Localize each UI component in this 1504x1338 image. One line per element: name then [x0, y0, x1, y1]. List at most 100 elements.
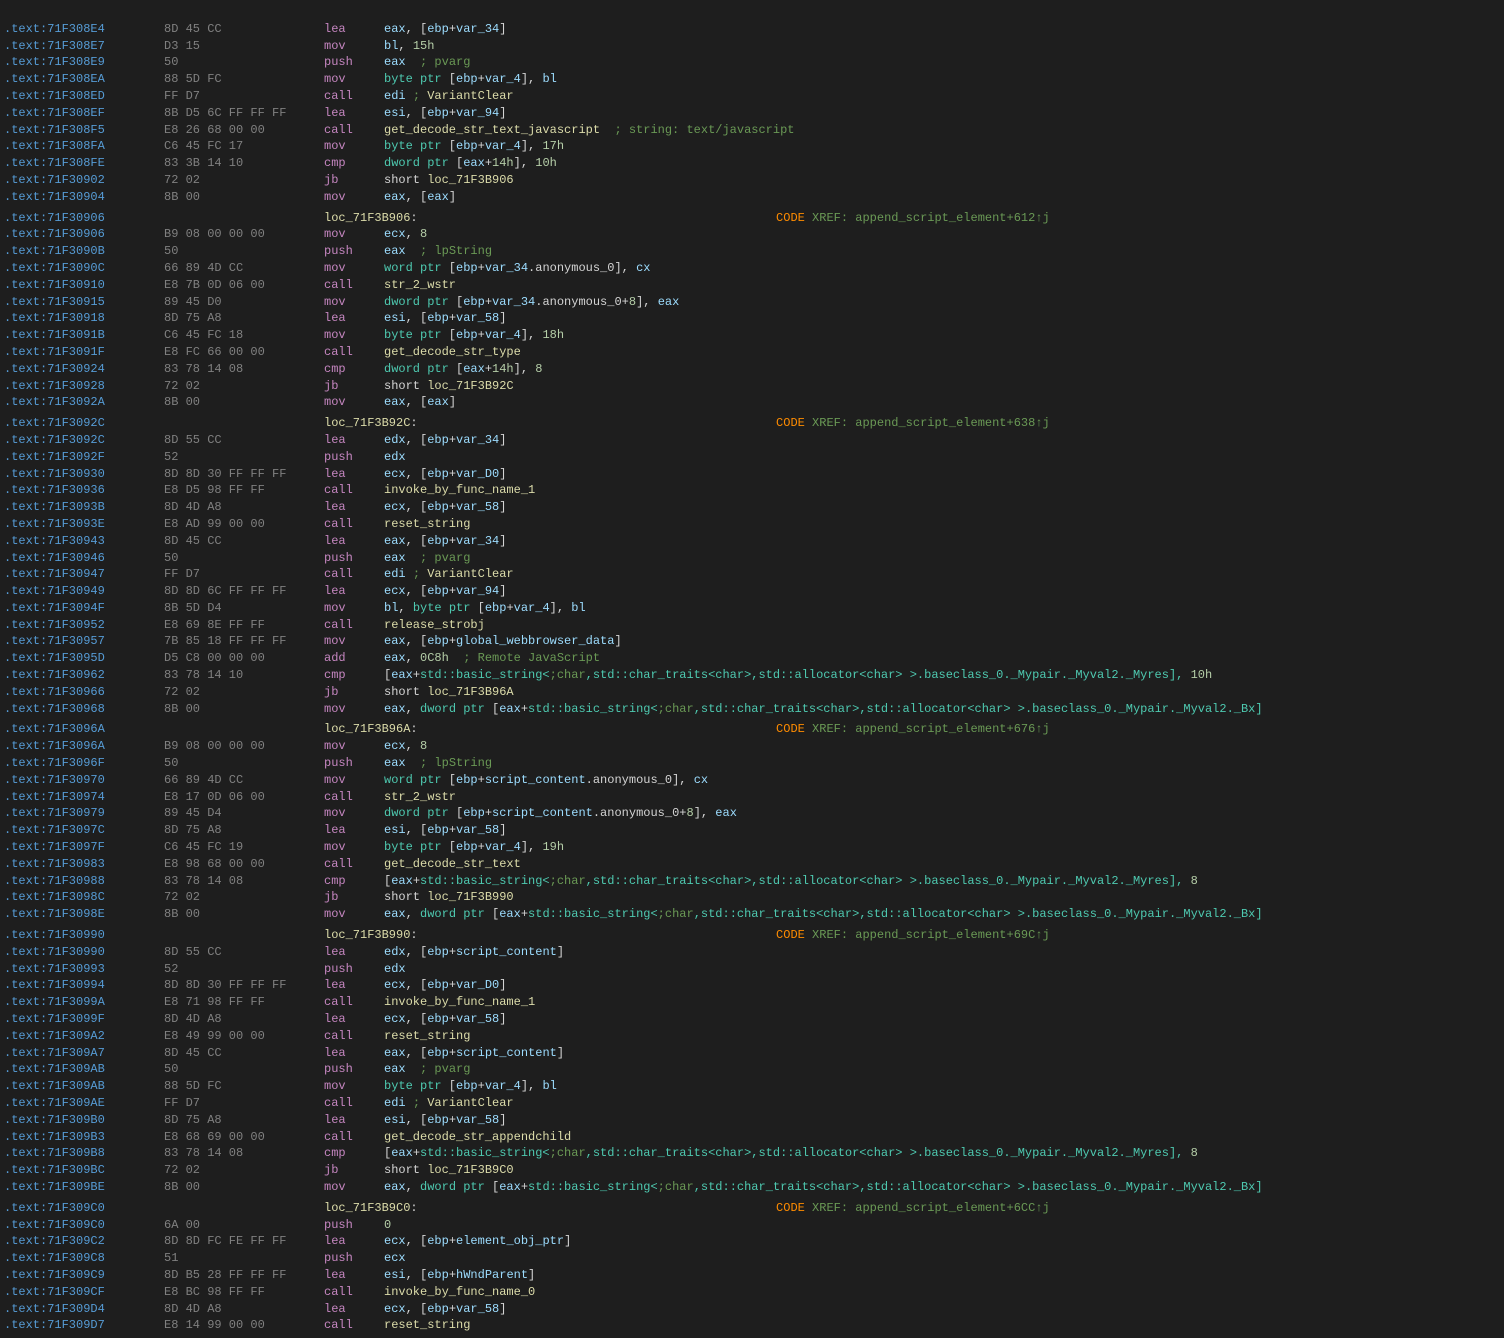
asm-row: .text:71F308F5E8 26 68 00 00callget_deco…	[0, 122, 1504, 139]
asm-row: .text:71F309C06A 00push0	[0, 1217, 1504, 1234]
asm-row: .text:71F30983E8 98 68 00 00callget_deco…	[0, 856, 1504, 873]
bytes: 83 78 14 10	[164, 667, 324, 684]
asm-row: .text:71F30974E8 17 0D 06 00callstr_2_ws…	[0, 789, 1504, 806]
bytes: 72 02	[164, 684, 324, 701]
bytes: 8D 8D 6C FF FF FF	[164, 583, 324, 600]
bytes	[164, 415, 324, 432]
operands: short loc_71F3B906	[384, 172, 1500, 189]
asm-row: .text:71F3092C8D 55 CCleaedx, [ebp+var_3…	[0, 432, 1504, 449]
bytes: E8 68 69 00 00	[164, 1129, 324, 1146]
mnemonic: call	[324, 994, 384, 1011]
asm-row: .text:71F3092A8B 00moveax, [eax]	[0, 394, 1504, 411]
asm-row: .text:71F309A2E8 49 99 00 00callreset_st…	[0, 1028, 1504, 1045]
mnemonic: jb	[324, 378, 384, 395]
asm-row: .text:71F30910E8 7B 0D 06 00callstr_2_ws…	[0, 277, 1504, 294]
address: .text:71F308E9	[4, 54, 164, 71]
operands: dword ptr [eax+14h], 8	[384, 361, 1500, 378]
bytes: 8D 8D 30 FF FF FF	[164, 466, 324, 483]
operands: release_strobj	[384, 617, 1500, 634]
operands: eax, dword ptr [eax+std::basic_string<;c…	[384, 906, 1500, 923]
asm-row: .text:71F3097C8D 75 A8leaesi, [ebp+var_5…	[0, 822, 1504, 839]
asm-row: .text:71F308FE83 3B 14 10cmpdword ptr [e…	[0, 155, 1504, 172]
bytes: C6 45 FC 19	[164, 839, 324, 856]
address: .text:71F309A7	[4, 1045, 164, 1062]
bytes	[164, 721, 324, 738]
bytes: C6 45 FC 18	[164, 327, 324, 344]
address: .text:71F30974	[4, 789, 164, 806]
mnemonic: jb	[324, 172, 384, 189]
mnemonic: mov	[324, 226, 384, 243]
bytes: 88 5D FC	[164, 1078, 324, 1095]
address: .text:71F30990	[4, 944, 164, 961]
mnemonic: push	[324, 449, 384, 466]
bytes: 8B 00	[164, 1179, 324, 1196]
mnemonic: call	[324, 566, 384, 583]
asm-row: .text:71F308EDFF D7calledi ; VariantClea…	[0, 88, 1504, 105]
bytes: 83 78 14 08	[164, 873, 324, 890]
mnemonic: lea	[324, 1233, 384, 1250]
asm-row: .text:71F30947FF D7calledi ; VariantClea…	[0, 566, 1504, 583]
address: .text:71F30988	[4, 873, 164, 890]
asm-row: .text:71F309B08D 75 A8leaesi, [ebp+var_5…	[0, 1112, 1504, 1129]
bytes: 72 02	[164, 1162, 324, 1179]
bytes: 51	[164, 1250, 324, 1267]
mnemonic: call	[324, 856, 384, 873]
bytes: 8D 8D 30 FF FF FF	[164, 977, 324, 994]
bytes: E8 14 99 00 00	[164, 1317, 324, 1334]
bytes: E8 17 0D 06 00	[164, 789, 324, 806]
bytes: 8B 00	[164, 189, 324, 206]
mnemonic: mov	[324, 633, 384, 650]
xref-comment: CODE XREF: append_script_element+6CC↑j	[524, 1200, 1050, 1217]
bytes: B9 08 00 00 00	[164, 738, 324, 755]
mnemonic: mov	[324, 906, 384, 923]
address: .text:71F3090C	[4, 260, 164, 277]
operands: byte ptr [ebp+var_4], 17h	[384, 138, 1500, 155]
mnemonic: call	[324, 1284, 384, 1301]
mnemonic: mov	[324, 38, 384, 55]
mnemonic: push	[324, 54, 384, 71]
asm-row: .text:71F3092483 78 14 08cmpdword ptr [e…	[0, 361, 1504, 378]
bytes: 8D 75 A8	[164, 1112, 324, 1129]
mnemonic: lea	[324, 21, 384, 38]
mnemonic: cmp	[324, 873, 384, 890]
address: .text:71F3096A	[4, 738, 164, 755]
mnemonic: cmp	[324, 155, 384, 172]
bytes: 66 89 4D CC	[164, 260, 324, 277]
address: .text:71F3095D	[4, 650, 164, 667]
asm-row: .text:71F309B883 78 14 08cmp[eax+std::ba…	[0, 1145, 1504, 1162]
disassembly-view: .text:71F308E48D 45 CCleaeax, [ebp+var_3…	[0, 0, 1504, 1338]
mnemonic: add	[324, 650, 384, 667]
asm-row: .text:71F309BC72 02jbshort loc_71F3B9C0	[0, 1162, 1504, 1179]
mnemonic: push	[324, 961, 384, 978]
mnemonic: lea	[324, 466, 384, 483]
asm-row: .text:71F3090272 02jbshort loc_71F3B906	[0, 172, 1504, 189]
operands: eax, [eax]	[384, 394, 1500, 411]
address: .text:71F3097F	[4, 839, 164, 856]
mnemonic: mov	[324, 839, 384, 856]
address: .text:71F308ED	[4, 88, 164, 105]
bytes: E8 BC 98 FF FF	[164, 1284, 324, 1301]
asm-row: .text:71F309AB88 5D FCmovbyte ptr [ebp+v…	[0, 1078, 1504, 1095]
asm-row: .text:71F3090B50pusheax ; lpString	[0, 243, 1504, 260]
address: .text:71F3092C	[4, 432, 164, 449]
mnemonic: lea	[324, 1112, 384, 1129]
bytes: 8D 55 CC	[164, 432, 324, 449]
xref-comment: CODE XREF: append_script_element+69C↑j	[524, 927, 1050, 944]
asm-row: .text:71F30952E8 69 8E FF FFcallrelease_…	[0, 617, 1504, 634]
asm-row: .text:71F309C98D B5 28 FF FF FFleaesi, […	[0, 1267, 1504, 1284]
address: .text:71F30990	[4, 927, 164, 944]
mnemonic: mov	[324, 738, 384, 755]
loc-label: loc_71F3B990:	[324, 927, 524, 944]
mnemonic: call	[324, 482, 384, 499]
mnemonic: mov	[324, 701, 384, 718]
bytes: 50	[164, 755, 324, 772]
operands: 0	[384, 1217, 1500, 1234]
operands: byte ptr [ebp+var_4], 19h	[384, 839, 1500, 856]
bytes: 6A 00	[164, 1217, 324, 1234]
address: .text:71F30902	[4, 172, 164, 189]
mnemonic: cmp	[324, 361, 384, 378]
operands: ecx, [ebp+element_obj_ptr]	[384, 1233, 1500, 1250]
asm-row: .text:71F308EF8B D5 6C FF FF FFleaesi, […	[0, 105, 1504, 122]
mnemonic: jb	[324, 684, 384, 701]
mnemonic: jb	[324, 889, 384, 906]
